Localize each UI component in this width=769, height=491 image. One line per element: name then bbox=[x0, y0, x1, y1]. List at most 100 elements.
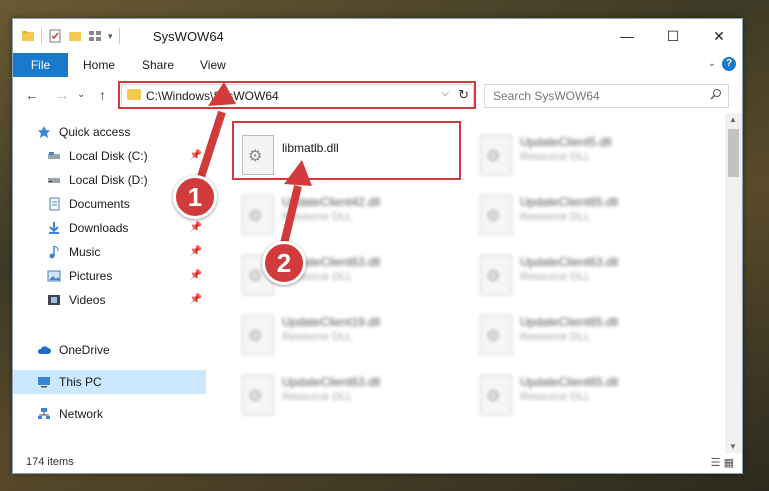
file-name: UpdateClient63.dll bbox=[282, 375, 381, 389]
tab-file[interactable]: File bbox=[13, 53, 68, 77]
dll-file-icon: ⚙ bbox=[480, 135, 512, 175]
sidebar-item-downloads[interactable]: Downloads 📌 bbox=[13, 216, 206, 240]
forward-button[interactable]: → bbox=[55, 87, 69, 103]
navigation-pane: Quick access Local Disk (C:) 📌 Local Dis… bbox=[13, 113, 206, 453]
file-description: Resource DLL bbox=[282, 391, 353, 403]
status-bar: 174 items ☰ ▦ bbox=[13, 453, 742, 473]
file-item[interactable]: ⚙ UpdateClient42.dll Resource DLL bbox=[234, 187, 464, 239]
sidebar-item-music[interactable]: Music 📌 bbox=[13, 240, 206, 264]
pin-icon: 📌 bbox=[189, 270, 202, 281]
folder-icon[interactable] bbox=[21, 29, 35, 43]
large-icons-view-icon[interactable]: ▦ bbox=[724, 457, 734, 469]
sidebar-item-label: Music bbox=[69, 245, 101, 259]
pin-icon: 📌 bbox=[189, 150, 202, 161]
file-item[interactable]: ⚙ UpdateClient65.dll Resource DLL bbox=[472, 367, 702, 419]
sidebar-item-this-pc[interactable]: This PC bbox=[13, 370, 206, 394]
sidebar-item-label: Videos bbox=[69, 293, 106, 307]
file-description: Resource DLL bbox=[282, 211, 353, 223]
minimize-button[interactable]: — bbox=[604, 19, 650, 53]
gear-icon: ⚙ bbox=[486, 208, 501, 225]
dll-file-icon: ⚙ bbox=[480, 315, 512, 355]
pin-icon: 📌 bbox=[189, 246, 202, 257]
gear-icon: ⚙ bbox=[486, 388, 501, 405]
address-highlight-box bbox=[118, 81, 476, 109]
sidebar-item-pictures[interactable]: Pictures 📌 bbox=[13, 264, 206, 288]
recent-locations-button[interactable]: ⌄ bbox=[77, 89, 85, 100]
vertical-scrollbar[interactable]: ▲ ▼ bbox=[725, 113, 742, 453]
callout-1: 1 bbox=[173, 175, 217, 219]
scroll-down-icon[interactable]: ▼ bbox=[729, 442, 737, 451]
tab-share[interactable]: Share bbox=[142, 53, 174, 77]
dll-file-icon: ⚙ bbox=[242, 375, 274, 415]
pin-icon: 📌 bbox=[189, 222, 202, 233]
file-item[interactable]: ⚙ UpdateClient19.dll Resource DLL bbox=[234, 307, 464, 359]
music-icon bbox=[49, 245, 59, 259]
properties-icon[interactable] bbox=[48, 29, 62, 43]
file-description: Resource DLL bbox=[282, 331, 353, 343]
help-icon[interactable]: ? bbox=[722, 57, 736, 71]
file-item[interactable]: ⚙ UpdateClient65.dll Resource DLL bbox=[472, 307, 702, 359]
file-item[interactable]: ⚙ UpdateClient5.dll Resource DLL bbox=[472, 127, 702, 179]
qat-dropdown-icon[interactable]: ▾ bbox=[108, 31, 113, 42]
gear-icon: ⚙ bbox=[248, 388, 263, 405]
file-name: UpdateClient65.dll bbox=[520, 195, 619, 209]
sidebar-item-label: OneDrive bbox=[59, 343, 110, 357]
scrollbar-thumb[interactable] bbox=[728, 129, 739, 177]
file-name: UpdateClient63.dll bbox=[520, 255, 619, 269]
drive-icon bbox=[48, 152, 60, 159]
search-input[interactable]: Search SysWOW64 bbox=[484, 84, 729, 108]
dll-file-icon: ⚙ bbox=[480, 255, 512, 295]
file-description: Resource DLL bbox=[520, 211, 591, 223]
gear-icon: ⚙ bbox=[486, 148, 501, 165]
sidebar-item-label: Documents bbox=[69, 197, 130, 211]
file-name: UpdateClient65.dll bbox=[520, 375, 619, 389]
file-item[interactable]: ⚙ UpdateClient63.dll Resource DLL bbox=[234, 367, 464, 419]
address-row: ← → ⌄ ↑ C:\Windows\SysWOW64 ⌵ ↻ Search S… bbox=[13, 77, 742, 113]
back-button[interactable]: ← bbox=[25, 87, 39, 103]
file-list: ⚙ libmatlb.dll ⚙ UpdateClient42.dll Reso… bbox=[218, 113, 722, 453]
file-item[interactable]: ⚙ UpdateClient65.dll Resource DLL bbox=[472, 187, 702, 239]
sidebar-item-label: Local Disk (C:) bbox=[69, 149, 148, 163]
new-folder-icon[interactable] bbox=[68, 29, 82, 43]
file-item[interactable]: ⚙ UpdateClient63.dll Resource DLL bbox=[472, 247, 702, 299]
sidebar-item-label: Pictures bbox=[69, 269, 113, 283]
maximize-button[interactable]: ☐ bbox=[650, 19, 696, 53]
file-description: Resource DLL bbox=[520, 271, 591, 283]
title-bar: ▾ SysWOW64 — ☐ ✕ bbox=[13, 19, 742, 53]
view-icon[interactable] bbox=[88, 29, 102, 43]
sidebar-item-videos[interactable]: Videos 📌 bbox=[13, 288, 206, 312]
callout-2: 2 bbox=[262, 241, 306, 285]
item-count: 174 items bbox=[26, 456, 74, 468]
tab-home[interactable]: Home bbox=[83, 53, 115, 77]
cloud-icon bbox=[37, 346, 51, 354]
tab-view[interactable]: View bbox=[200, 53, 226, 77]
sidebar-item-quick-access[interactable]: Quick access bbox=[13, 120, 206, 144]
sidebar-item-onedrive[interactable]: OneDrive bbox=[13, 338, 206, 362]
details-view-icon[interactable]: ☰ bbox=[711, 457, 721, 469]
search-icon[interactable] bbox=[710, 88, 722, 100]
dll-file-icon: ⚙ bbox=[242, 315, 274, 355]
window-title: SysWOW64 bbox=[153, 29, 224, 44]
file-description: Resource DLL bbox=[520, 331, 591, 343]
close-button[interactable]: ✕ bbox=[696, 19, 742, 53]
gear-icon: ⚙ bbox=[486, 328, 501, 345]
file-highlight-box bbox=[232, 121, 461, 180]
dll-file-icon: ⚙ bbox=[480, 375, 512, 415]
explorer-window: ▾ SysWOW64 — ☐ ✕ File Home Share View ⌄ … bbox=[12, 18, 743, 474]
file-name: UpdateClient65.dll bbox=[520, 315, 619, 329]
view-toggle[interactable]: ☰ ▦ bbox=[711, 456, 734, 469]
file-description: Resource DLL bbox=[520, 151, 591, 163]
up-button[interactable]: ↑ bbox=[99, 87, 106, 103]
dll-file-icon: ⚙ bbox=[480, 195, 512, 235]
sidebar-item-network[interactable]: Network bbox=[13, 402, 206, 426]
divider bbox=[41, 28, 42, 44]
file-description: Resource DLL bbox=[520, 391, 591, 403]
sidebar-item-label: Quick access bbox=[59, 125, 131, 139]
sidebar-item-local-disk-c[interactable]: Local Disk (C:) 📌 bbox=[13, 144, 206, 168]
sidebar-item-label: This PC bbox=[59, 375, 102, 389]
search-placeholder: Search SysWOW64 bbox=[493, 89, 600, 103]
gear-icon: ⚙ bbox=[486, 268, 501, 285]
drive-icon bbox=[48, 178, 60, 183]
scroll-up-icon[interactable]: ▲ bbox=[729, 115, 737, 124]
expand-ribbon-icon[interactable]: ⌄ bbox=[708, 58, 716, 69]
